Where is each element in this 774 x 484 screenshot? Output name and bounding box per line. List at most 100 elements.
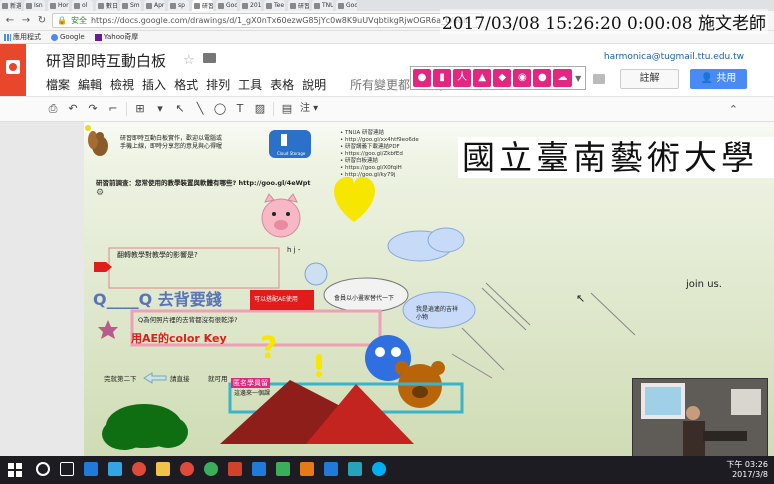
exclamation-shape[interactable] [316,354,322,370]
edge-browser-icon[interactable] [84,462,98,476]
resource-list-item[interactable]: https://goo.gl/ZkbfEd [340,151,432,158]
bookmark-yahoo[interactable]: Yahoo奇摩 [94,32,138,42]
blue-cloud-shape[interactable] [387,227,465,262]
browser-tab[interactable]: Isn [24,0,45,11]
lower-text[interactable]: 就可用 [208,373,228,383]
menu-item[interactable]: 排列 [206,76,230,93]
resource-list-item[interactable]: 研習講義下載連結PDF [340,144,432,151]
browser-tab[interactable]: Apr [144,0,165,11]
question-box-text[interactable]: Q為何照片裡的去背都沒有很乾淨? [138,314,238,324]
running-person-icon[interactable]: 人 [453,69,472,87]
user-email[interactable]: harmonica@tugmail.ttu.edu.tw [604,52,744,62]
undo-icon[interactable]: ↶ [66,102,80,116]
headline-text[interactable]: Q____Q 去背要錢 [93,286,222,310]
reload-icon[interactable]: ↻ [36,15,48,27]
folder-icon[interactable] [203,53,216,63]
anonymous-tag-2[interactable]: 這邊來一個課 [234,388,270,397]
sheep-icon[interactable]: ☁ [553,69,572,87]
shape-icon[interactable]: ◯ [213,102,227,116]
comment-history-icon[interactable] [593,74,605,84]
chrome-icon-3[interactable] [204,462,218,476]
app-icon-teal[interactable] [348,462,362,476]
chrome-icon-2[interactable] [180,462,194,476]
cloud-text-2[interactable]: 我是逍遙的吉祥小物 [416,306,462,322]
pig-icon[interactable]: ● [413,69,432,87]
school-name-logo[interactable]: 國立臺南藝術大學 [458,137,774,178]
menu-item[interactable]: 格式 [174,76,198,93]
cloud-text-1[interactable]: 會員以小畫家替代一下 [334,293,394,302]
heart-shape[interactable] [334,176,375,222]
bookmark-apps[interactable]: 應用程式 [4,32,41,42]
ae-tip-text[interactable]: 用AE的color Key [131,330,227,346]
penguin-icon[interactable]: ◆ [493,69,512,87]
diagonal-line-1[interactable] [485,282,531,326]
resource-list-item[interactable]: http://goo.gl/ky79j [340,172,432,179]
browser-tab[interactable]: Goo [216,0,237,11]
resource-list-item[interactable]: 研習白板連結 [340,158,432,165]
browser-tab[interactable]: sp [168,0,189,11]
resource-list-item[interactable]: TNUA 研習連結 [340,130,432,137]
browser-tab[interactable]: 研習 [192,0,213,11]
select-arrow-icon[interactable]: ↖ [173,102,187,116]
annotate-button[interactable]: 注 ▾ [300,102,318,116]
back-icon[interactable]: ← [4,15,16,27]
browser-tab[interactable]: Tee [264,0,285,11]
menu-item[interactable]: 工具 [238,76,262,93]
resource-list-item[interactable]: https://goo.gl/X0fqiH [340,165,432,172]
menu-item[interactable]: 插入 [142,76,166,93]
arrow-text[interactable]: 請直接 [170,373,190,383]
textbox-icon[interactable]: T [233,102,247,116]
diagonal-line-3[interactable] [590,292,636,336]
menu-item[interactable]: 說明 [302,76,326,93]
comment-icon[interactable]: ▤ [280,102,294,116]
system-clock[interactable]: 下午 03:26 2017/3/8 [726,460,768,480]
windows-start-icon[interactable] [8,463,22,477]
chrome-icon[interactable] [132,462,146,476]
collapse-menu-icon[interactable]: ⌃ [729,103,738,116]
join-us-text[interactable]: join us. [686,279,722,290]
document-title[interactable]: 研習即時互動白板 [46,50,166,71]
menu-item[interactable]: 編輯 [78,76,102,93]
green-bush-shape[interactable] [102,404,188,450]
ie-browser-icon[interactable] [108,462,122,476]
forward-icon[interactable]: → [20,15,32,27]
browser-tab[interactable]: 201 [240,0,261,11]
redo-icon[interactable]: ↷ [86,102,100,116]
star-shape[interactable] [98,320,118,339]
browser-tab[interactable]: 研習 [288,0,309,11]
print-icon[interactable]: ⎙ [46,102,60,116]
browser-tab[interactable]: 數日 [96,0,117,11]
menu-item[interactable]: 檢視 [110,76,134,93]
diagonal-line-2[interactable] [481,287,527,331]
powerpoint-icon[interactable] [228,462,242,476]
yellow-question-mark[interactable]: ? [260,331,277,366]
menu-item[interactable]: 檔案 [46,76,70,93]
url-input[interactable]: 🔒 安全 https://docs.google.com/drawings/d/… [52,13,482,28]
image-icon[interactable]: ▨ [253,102,267,116]
paint-format-icon[interactable]: ⌐ [106,102,120,116]
share-button[interactable]: 👤 共用 [690,69,747,89]
zoom-dropdown-icon[interactable]: ▾ [153,102,167,116]
drawings-logo-icon[interactable] [0,44,26,96]
app-icon-blue[interactable] [324,462,338,476]
zoom-icon[interactable]: ⊞ [133,102,147,116]
pig-image[interactable] [261,193,301,238]
browser-tab[interactable]: Sm [120,0,141,11]
bottom-text[interactable]: 完就第二下 [104,373,137,383]
task-view-icon[interactable] [60,462,74,476]
anonymous-tag[interactable]: 匿名學員留 [231,378,270,388]
smiley-face-shape[interactable] [304,262,328,286]
browser-tab[interactable]: 新選 [0,0,21,11]
question-banner[interactable]: 研習前調查：您常使用的教學裝置與軟體有哪些? http://goo.gl/4eW… [96,177,311,187]
menu-item[interactable]: 表格 [270,76,294,93]
left-arrow-shape[interactable] [143,372,167,384]
red-box-text[interactable]: 可以搭配AE使用 [254,294,298,303]
app-icon-orange[interactable] [300,462,314,476]
comments-button[interactable]: 註解 [620,69,679,89]
app-icon-green[interactable] [276,462,290,476]
star-icon[interactable]: ☆ [183,53,195,68]
monster-icon[interactable]: ◉ [513,69,532,87]
file-explorer-icon[interactable] [156,462,170,476]
chevron-down-icon[interactable]: ▼ [574,74,584,83]
resource-list-item[interactable]: http://goo.gl/xx4htf9eo6de [340,137,432,144]
